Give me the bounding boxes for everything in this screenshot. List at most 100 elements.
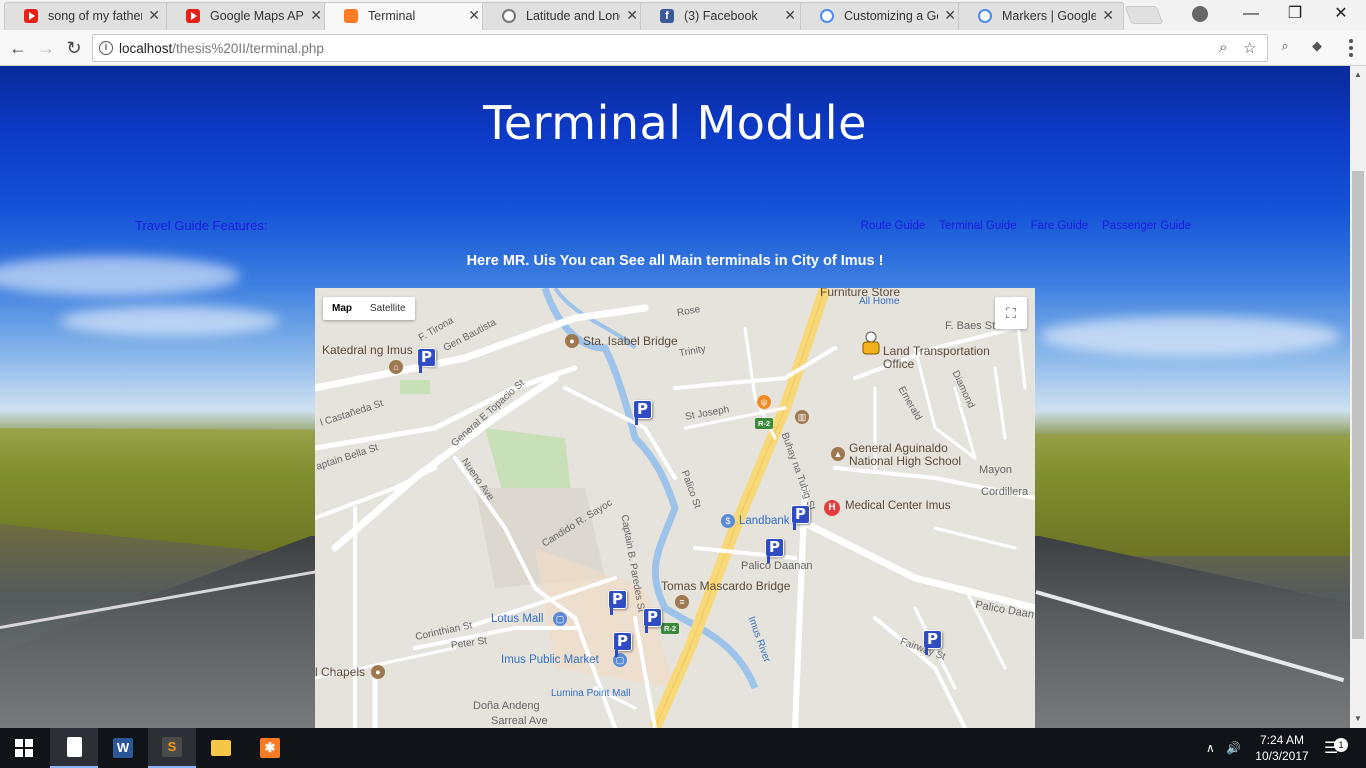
taskbar-notepad[interactable] [50, 728, 98, 768]
government-icon[interactable]: ▥ [795, 410, 809, 424]
tab-close-icon[interactable]: ✕ [148, 7, 160, 24]
terminal-marker[interactable]: P [608, 590, 627, 615]
route-shield: R-2 [661, 623, 679, 634]
tab-markers[interactable]: Markers | Google ✕ [958, 2, 1124, 30]
show-hidden-icons-button[interactable]: ∧ [1206, 728, 1215, 768]
terminal-marker[interactable]: P [791, 505, 810, 530]
info-icon[interactable]: i [99, 41, 113, 55]
google-developers-icon [978, 9, 992, 23]
map-label: Katedral ng Imus [322, 343, 413, 357]
taskbar-clock[interactable]: 7:24 AM 10/3/2017 [1248, 732, 1316, 764]
tab-close-icon[interactable]: ✕ [944, 7, 956, 24]
nav-link-passenger-guide[interactable]: Passenger Guide [1102, 220, 1191, 232]
nav-link-terminal-guide[interactable]: Terminal Guide [939, 220, 1016, 232]
tab-close-icon[interactable]: ✕ [1102, 7, 1114, 24]
address-bar[interactable]: i localhost/thesis%20II/terminal.php ⌕ ☆ [92, 34, 1268, 62]
close-window-button[interactable]: ✕ [1318, 0, 1364, 30]
google-map[interactable]: Map Satellite ⛶ Furniture Store All Home… [315, 288, 1035, 728]
shopping-icon[interactable]: ▢ [553, 612, 567, 626]
tab-google-maps-api[interactable]: Google Maps API \ ✕ [166, 2, 332, 30]
page-viewport: Terminal Module Travel Guide Features: R… [0, 66, 1350, 728]
minimize-button[interactable]: — [1228, 0, 1274, 30]
taskbar-xampp[interactable]: ✱ [246, 728, 294, 768]
tab-close-icon[interactable]: ✕ [468, 7, 480, 24]
tab-latitude[interactable]: Latitude and Long ✕ [482, 2, 648, 30]
nav-links: Route Guide Terminal Guide Fare Guide Pa… [861, 220, 1191, 232]
terminal-marker[interactable]: P [643, 608, 662, 633]
map-label: Sta. Isabel Bridge [583, 334, 678, 348]
fullscreen-icon[interactable]: ⛶ [995, 297, 1027, 329]
scrollbar-thumb[interactable] [1352, 171, 1364, 639]
start-button[interactable] [0, 728, 48, 768]
map-label: Imus Public Market [501, 654, 599, 666]
page-scrollbar[interactable]: ▲ ▼ [1350, 66, 1366, 728]
folder-icon [211, 740, 231, 756]
tab-label: Latitude and Long [526, 9, 620, 23]
tab-label: Google Maps API \ [210, 9, 304, 23]
taskbar-file-explorer[interactable] [197, 728, 245, 768]
map-type-map-button[interactable]: Map [323, 297, 361, 320]
tab-youtube-song[interactable]: song of my father ✕ [4, 2, 170, 30]
map-label: l Chapels [315, 665, 366, 679]
tab-label: Markers | Google [1002, 9, 1096, 23]
map-label: Cordillera [981, 486, 1029, 498]
word-icon: W [113, 738, 133, 758]
restore-button[interactable]: ❐ [1272, 0, 1318, 30]
features-label: Travel Guide Features: [135, 218, 268, 233]
browser-menu-icon[interactable] [1344, 36, 1358, 60]
terminal-marker[interactable]: P [765, 538, 784, 563]
lto-marker-icon[interactable] [859, 330, 883, 355]
school-icon[interactable]: ▲ [831, 447, 845, 461]
tab-close-icon[interactable]: ✕ [784, 7, 796, 24]
tab-close-icon[interactable]: ✕ [626, 7, 638, 24]
search-extension-icon[interactable]: ⌕ [1276, 38, 1294, 56]
notification-badge: 1 [1334, 738, 1348, 752]
map-type-satellite-button[interactable]: Satellite [361, 297, 415, 320]
document-icon [66, 737, 82, 757]
terminal-marker[interactable]: P [923, 630, 942, 655]
tab-label: song of my father [48, 9, 142, 23]
tab-facebook[interactable]: f (3) Facebook ✕ [640, 2, 806, 30]
terminal-marker[interactable]: P [613, 632, 632, 657]
map-label: Land Transportation [883, 344, 990, 358]
url-text[interactable]: localhost/thesis%20II/terminal.php [119, 41, 324, 56]
terminal-marker[interactable]: P [633, 400, 652, 425]
map-label: Sarreal Ave [491, 715, 548, 727]
compass-icon [502, 9, 516, 23]
landmark-icon[interactable]: ● [565, 334, 579, 348]
bridge-icon[interactable]: ≡ [675, 595, 689, 609]
volume-icon[interactable]: 🔊 [1226, 728, 1241, 768]
reload-icon[interactable]: ↻ [62, 36, 86, 60]
hospital-icon[interactable]: H [824, 500, 840, 516]
route-shield: R-2 [755, 418, 773, 429]
bookmark-star-icon[interactable]: ☆ [1243, 39, 1256, 57]
church-icon[interactable]: ⌂ [389, 360, 403, 374]
back-icon[interactable]: ← [6, 36, 30, 60]
new-tab-button[interactable] [1124, 6, 1164, 24]
taskbar-sublime[interactable]: S [148, 728, 196, 768]
scroll-down-arrow-icon[interactable]: ▼ [1354, 714, 1362, 723]
map-label: F. Baes St [945, 320, 996, 332]
tab-customizing[interactable]: Customizing a Go ✕ [800, 2, 966, 30]
restaurant-icon[interactable]: ψ [757, 395, 771, 409]
terminal-marker[interactable]: P [417, 348, 436, 373]
youtube-icon [186, 9, 200, 23]
cemetery-icon[interactable]: ● [371, 665, 385, 679]
nav-link-route-guide[interactable]: Route Guide [861, 220, 926, 232]
tab-terminal[interactable]: Terminal ✕ [324, 2, 490, 30]
youtube-icon [24, 9, 38, 23]
profile-icon[interactable] [1192, 6, 1208, 22]
xampp-icon [344, 9, 358, 23]
zoom-icon[interactable]: ⌕ [1219, 39, 1227, 56]
greeting-text: Here MR. Uis You can See all Main termin… [466, 253, 884, 269]
windows-taskbar: W S ✱ ∧ 🔊 7:24 AM 10/3/2017 ☰ 1 [0, 728, 1366, 768]
forward-icon[interactable]: → [34, 36, 58, 60]
nav-link-fare-guide[interactable]: Fare Guide [1031, 220, 1089, 232]
url-host: localhost [119, 41, 173, 56]
taskbar-word[interactable]: W [99, 728, 147, 768]
windows-logo-icon [15, 739, 33, 757]
extension-icon[interactable]: ◆ [1308, 38, 1326, 56]
bank-icon[interactable]: $ [721, 514, 735, 528]
scroll-up-arrow-icon[interactable]: ▲ [1354, 70, 1362, 79]
tab-close-icon[interactable]: ✕ [310, 7, 322, 24]
